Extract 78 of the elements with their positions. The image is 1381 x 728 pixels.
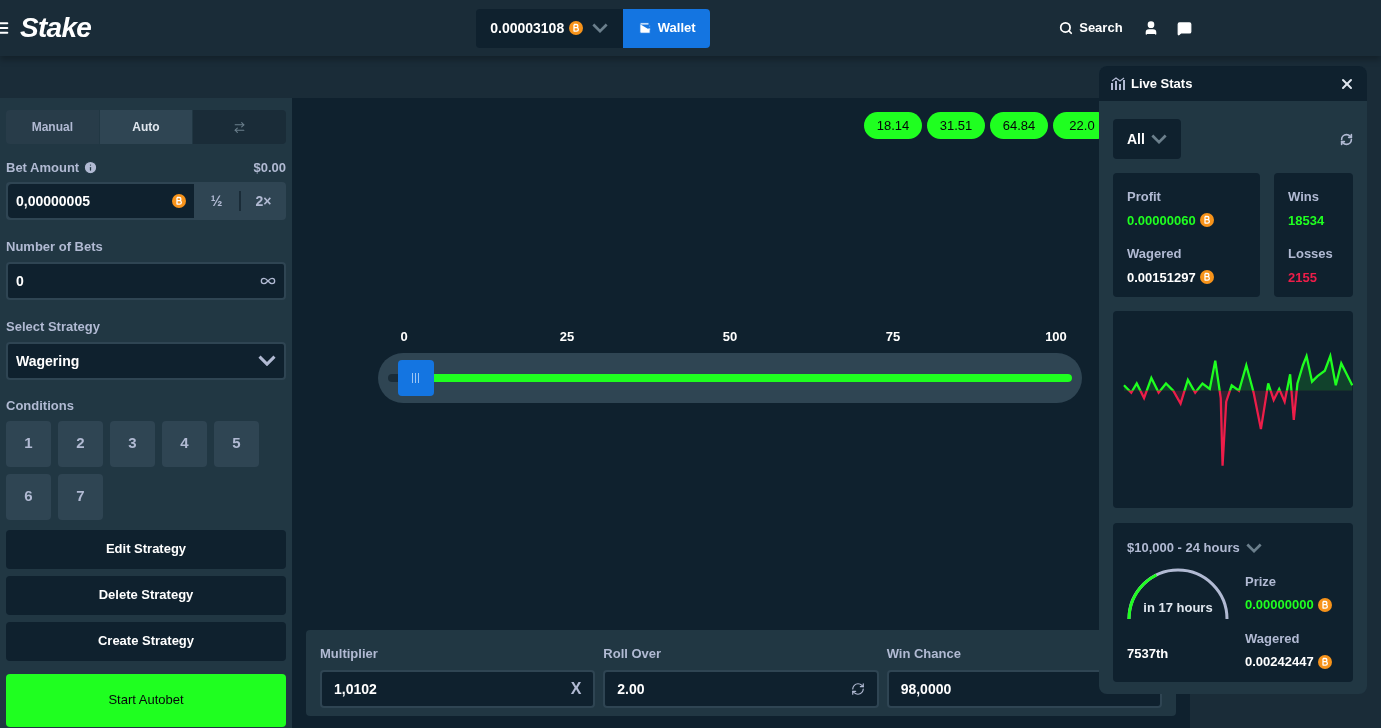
race-wagered-label: Wagered: [1245, 629, 1301, 648]
swap-icon: [233, 120, 247, 134]
chevron-down-icon: [592, 23, 609, 33]
balance-selector[interactable]: 0.00003108: [476, 8, 624, 48]
suffix-x: X: [570, 678, 582, 699]
bet-amount-field[interactable]: 0,00000005: [8, 183, 194, 218]
start-autobet-button[interactable]: Start Autobet: [6, 673, 286, 727]
wagered-value: 0.00151297: [1127, 268, 1196, 287]
field-label: Roll Over: [603, 645, 662, 663]
losses-value: 2155: [1288, 268, 1317, 287]
double-button[interactable]: 2×: [241, 181, 286, 220]
refresh-icon[interactable]: [850, 681, 865, 696]
chat-icon[interactable]: [1176, 20, 1192, 36]
game-input-field[interactable]: 1,0102 X: [320, 669, 596, 708]
tick-label: 100: [1044, 328, 1068, 346]
condition-button[interactable]: 4: [162, 420, 207, 467]
result-pill: 64.84: [990, 112, 1048, 139]
wallet-button[interactable]: Wallet: [623, 8, 711, 48]
bar-chart-icon: [1111, 77, 1125, 90]
condition-button[interactable]: 2: [58, 420, 103, 467]
game-input-field[interactable]: 2.00: [603, 669, 879, 708]
race-title[interactable]: $10,000 - 24 hours: [1127, 538, 1240, 558]
rank: 7537th: [1127, 644, 1170, 663]
chevron-down-icon: [1150, 134, 1167, 144]
search-icon: [1059, 21, 1074, 35]
losses-label: Losses: [1288, 245, 1334, 263]
select-strategy-label: Select Strategy: [6, 318, 100, 334]
tick-label: 50: [721, 328, 739, 346]
bitcoin-icon: [172, 193, 186, 208]
bitcoin-icon: [1317, 654, 1332, 669]
slider-thumb[interactable]: [397, 359, 434, 396]
result-pill: 31.51: [927, 112, 985, 139]
logo[interactable]: Stake: [20, 7, 92, 49]
condition-button[interactable]: 1: [6, 420, 51, 467]
usd-value: $0.00: [253, 159, 286, 177]
condition-button[interactable]: 7: [58, 473, 103, 520]
mode-tab[interactable]: Auto: [99, 110, 194, 144]
chevron-down-icon: [258, 355, 276, 366]
race-wagered-value: 0.00242447: [1245, 653, 1314, 671]
number-of-bets-label: Number of Bets: [6, 238, 103, 254]
prize-label: Prize: [1245, 572, 1278, 591]
condition-button[interactable]: 3: [110, 420, 155, 467]
wallet-icon: [637, 21, 652, 35]
tick-label: 75: [884, 328, 902, 346]
bitcoin-icon: [1317, 597, 1332, 612]
wins-label: Wins: [1288, 188, 1320, 206]
tick-label: 25: [558, 328, 576, 346]
chevron-down-icon: [1245, 542, 1262, 553]
strategy-action-button[interactable]: Create Strategy: [6, 621, 286, 661]
number-of-bets-field[interactable]: 0: [6, 261, 286, 300]
strategy-action-button[interactable]: Edit Strategy: [6, 529, 286, 569]
tick-label: 0: [399, 328, 409, 346]
bitcoin-icon: [1199, 270, 1214, 285]
field-label: Multiplier: [320, 645, 378, 663]
mode-tab[interactable]: Manual: [6, 110, 100, 144]
bet-amount-label: Bet Amount: [6, 159, 80, 177]
prize-value: 0.00000000: [1245, 596, 1314, 614]
wagered-label: Wagered: [1127, 245, 1183, 263]
info-icon[interactable]: [83, 160, 99, 176]
bitcoin-icon: [569, 21, 584, 35]
half-button[interactable]: ½: [194, 181, 239, 220]
conditions-label: Conditions: [6, 397, 74, 413]
search-button[interactable]: Search: [1059, 18, 1123, 38]
slider-track[interactable]: [378, 352, 1082, 403]
condition-button[interactable]: 6: [6, 473, 51, 520]
filter-dropdown[interactable]: All: [1113, 119, 1181, 159]
strategy-dropdown[interactable]: Wagering: [6, 341, 286, 380]
panel-title: Live Stats: [1131, 74, 1193, 93]
wins-value: 18534: [1288, 211, 1325, 230]
strategy-action-button[interactable]: Delete Strategy: [6, 575, 286, 615]
condition-button[interactable]: 5: [214, 420, 259, 467]
profit-value: 0.00000060: [1127, 211, 1196, 230]
profit-label: Profit: [1127, 188, 1162, 206]
field-label: Win Chance: [886, 645, 961, 663]
refresh-icon[interactable]: [1340, 132, 1353, 146]
result-pill: 18.14: [864, 112, 922, 139]
time-left: in 17 hours: [1142, 598, 1214, 617]
bitcoin-icon: [1199, 213, 1214, 228]
